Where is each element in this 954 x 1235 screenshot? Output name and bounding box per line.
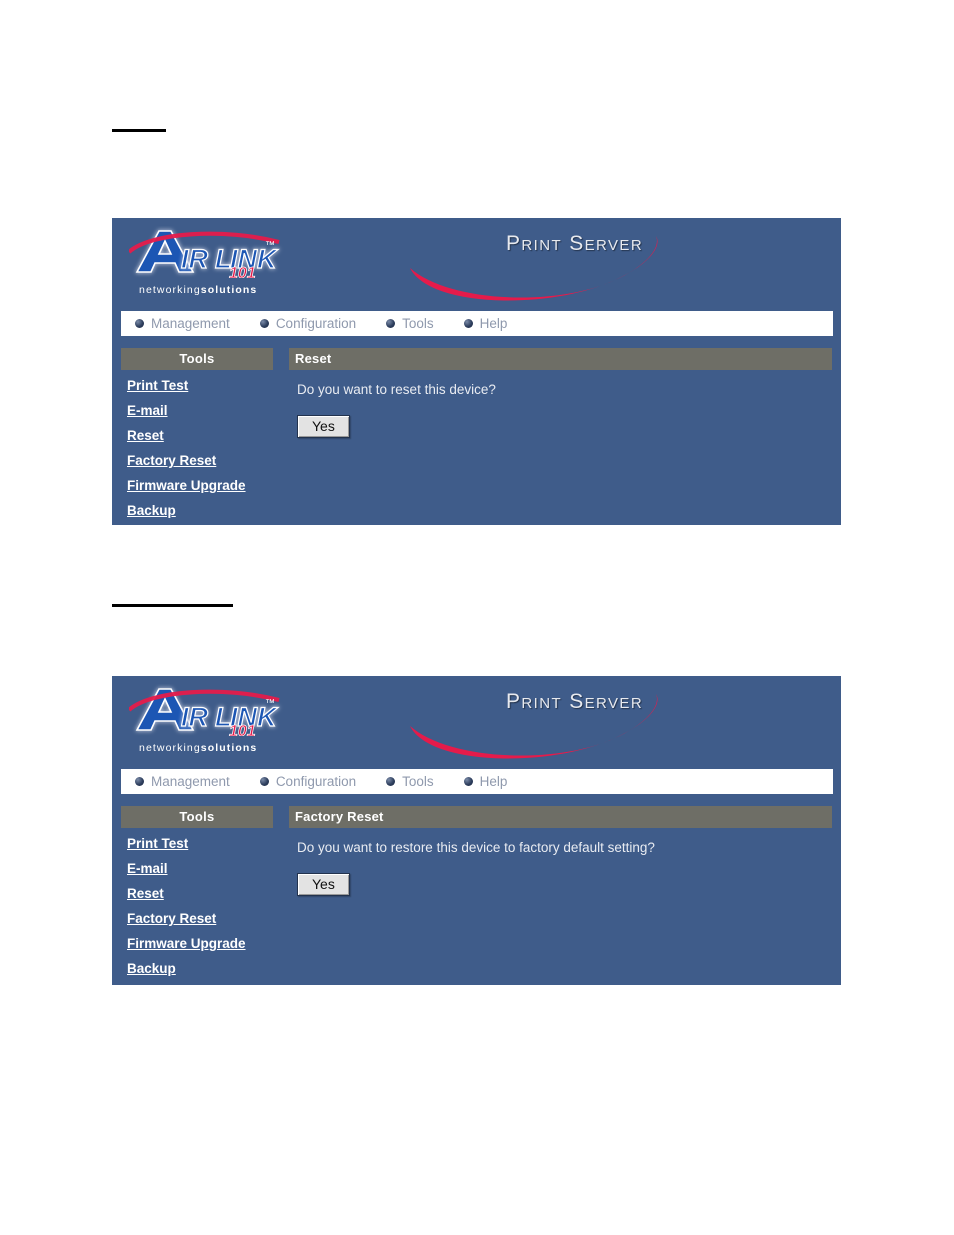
product-title: Print Server xyxy=(506,232,644,255)
sidebar-item-reset[interactable]: Reset xyxy=(127,428,273,443)
nav-item-help[interactable]: Help xyxy=(463,316,508,331)
logo-tagline-bold: solutions xyxy=(200,742,258,754)
tools-sidebar: Tools Print Test E-mail Reset Factory Re… xyxy=(121,348,273,525)
content-panel: Reset Do you want to reset this device? … xyxy=(289,348,832,438)
logo-tagline: networkingsolutions xyxy=(139,284,257,296)
sidebar-links: Print Test E-mail Reset Factory Reset Fi… xyxy=(121,370,273,518)
logo-tagline-light: networking xyxy=(139,284,201,296)
confirmation-question: Do you want to reset this device? xyxy=(297,382,496,397)
main-navigation: Management Configuration Tools Help xyxy=(121,769,833,794)
svg-text:101: 101 xyxy=(229,265,256,278)
nav-label: Configuration xyxy=(275,316,357,331)
nav-item-tools[interactable]: Tools xyxy=(386,316,434,331)
sphere-bullet-icon xyxy=(463,319,473,328)
sidebar-item-backup[interactable]: Backup xyxy=(127,961,273,976)
sidebar-item-backup[interactable]: Backup xyxy=(127,503,273,518)
confirmation-question: Do you want to restore this device to fa… xyxy=(297,840,655,855)
nav-label: Tools xyxy=(402,316,434,331)
sidebar-item-factory-reset[interactable]: Factory Reset xyxy=(127,453,273,468)
reset-section-heading-rule xyxy=(112,129,166,132)
nav-label: Configuration xyxy=(275,774,357,789)
sphere-bullet-icon xyxy=(135,777,144,786)
content-panel: Factory Reset Do you want to restore thi… xyxy=(289,806,832,896)
page-body: Tools Print Test E-mail Reset Factory Re… xyxy=(112,794,841,985)
nav-label: Help xyxy=(479,316,508,331)
product-branding: Print Server xyxy=(400,224,730,308)
sidebar-item-email[interactable]: E-mail xyxy=(127,861,273,876)
nav-label: Help xyxy=(479,774,508,789)
nav-label: Tools xyxy=(402,774,434,789)
sidebar-item-print-test[interactable]: Print Test xyxy=(127,836,273,851)
nav-item-help[interactable]: Help xyxy=(463,774,508,789)
airlink-logo: IR L INK ™ 101 networkingsolutions xyxy=(129,226,309,296)
brand-header: IR L INK ™ 101 networkingsolutions Print… xyxy=(112,676,841,769)
sphere-bullet-icon xyxy=(259,319,269,328)
airlink-logo-mark: IR L INK ™ 101 xyxy=(129,684,304,736)
airlink-wordmark-icon: IR L INK ™ 101 xyxy=(129,688,280,736)
panel-title: Factory Reset xyxy=(289,806,832,828)
svg-text:101: 101 xyxy=(229,723,256,736)
sidebar-item-email[interactable]: E-mail xyxy=(127,403,273,418)
sidebar-links: Print Test E-mail Reset Factory Reset Fi… xyxy=(121,828,273,976)
logo-tagline-bold: solutions xyxy=(200,284,258,296)
nav-item-configuration[interactable]: Configuration xyxy=(259,316,357,331)
svg-text:IR: IR xyxy=(181,244,209,274)
nav-item-management[interactable]: Management xyxy=(135,774,230,789)
sphere-bullet-icon xyxy=(386,777,396,786)
sidebar-title: Tools xyxy=(121,806,273,828)
page-body: Tools Print Test E-mail Reset Factory Re… xyxy=(112,336,841,525)
nav-item-tools[interactable]: Tools xyxy=(386,774,434,789)
svg-text:™: ™ xyxy=(265,698,275,709)
sphere-bullet-icon xyxy=(463,777,473,786)
sidebar-item-firmware-upgrade[interactable]: Firmware Upgrade xyxy=(127,478,273,493)
main-navigation: Management Configuration Tools Help xyxy=(121,311,833,336)
airlink-logo: IR L INK ™ 101 networkingsolutions xyxy=(129,684,309,754)
product-title: Print Server xyxy=(506,690,644,713)
sidebar-item-print-test[interactable]: Print Test xyxy=(127,378,273,393)
tools-sidebar: Tools Print Test E-mail Reset Factory Re… xyxy=(121,806,273,985)
sidebar-item-reset[interactable]: Reset xyxy=(127,886,273,901)
airlink-wordmark-icon: IR L INK ™ 101 xyxy=(129,230,280,278)
print-server-reset-screenshot: IR L INK ™ 101 networkingsolutions Print… xyxy=(112,218,841,525)
nav-label: Management xyxy=(151,316,230,331)
sphere-bullet-icon xyxy=(135,319,144,328)
sphere-bullet-icon xyxy=(259,777,269,786)
sidebar-title: Tools xyxy=(121,348,273,370)
airlink-logo-mark: IR L INK ™ 101 xyxy=(129,226,304,278)
print-server-factory-reset-screenshot: IR L INK ™ 101 networkingsolutions Print… xyxy=(112,676,841,985)
nav-item-configuration[interactable]: Configuration xyxy=(259,774,357,789)
svg-text:™: ™ xyxy=(265,240,275,251)
factory-reset-section-heading-rule xyxy=(112,604,233,607)
logo-tagline-light: networking xyxy=(139,742,201,754)
confirm-yes-button[interactable]: Yes xyxy=(297,873,350,896)
nav-label: Management xyxy=(151,774,230,789)
sphere-bullet-icon xyxy=(386,319,396,328)
confirm-yes-button[interactable]: Yes xyxy=(297,415,350,438)
panel-title: Reset xyxy=(289,348,832,370)
sidebar-item-firmware-upgrade[interactable]: Firmware Upgrade xyxy=(127,936,273,951)
logo-tagline: networkingsolutions xyxy=(139,742,257,754)
product-branding: Print Server xyxy=(400,682,730,766)
brand-header: IR L INK ™ 101 networkingsolutions Print… xyxy=(112,218,841,311)
nav-item-management[interactable]: Management xyxy=(135,316,230,331)
sidebar-item-factory-reset[interactable]: Factory Reset xyxy=(127,911,273,926)
svg-text:IR: IR xyxy=(181,702,209,732)
